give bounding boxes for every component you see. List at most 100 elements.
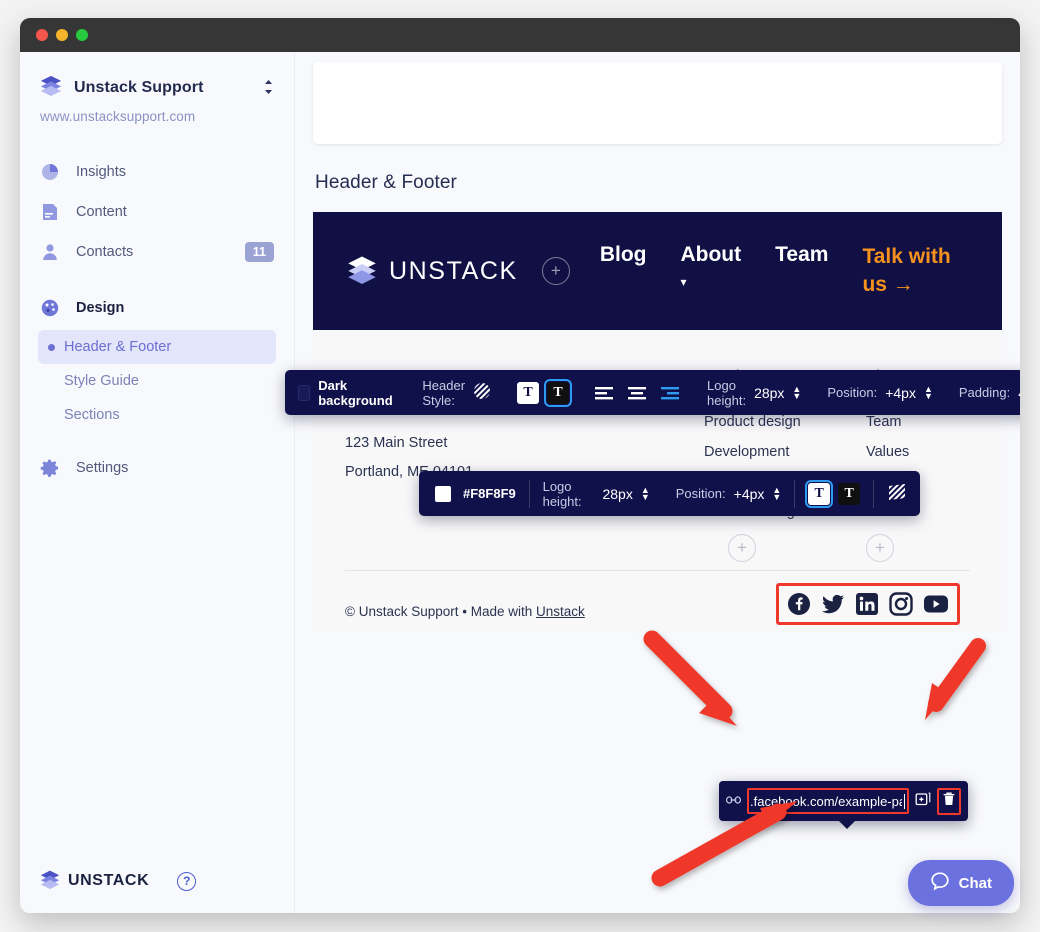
position-label: Position: — [827, 385, 877, 400]
plus-circle-icon[interactable]: + — [866, 534, 894, 562]
address-line-1: 123 Main Street — [345, 429, 586, 458]
header-nav-link[interactable]: Blog — [600, 243, 647, 267]
contacts-count-badge: 11 — [245, 242, 274, 262]
align-center-icon[interactable] — [628, 386, 648, 400]
delete-link-button[interactable] — [937, 788, 961, 815]
text-T-light-icon[interactable]: T — [808, 483, 830, 505]
header-style-control[interactable]: Header Style: — [409, 370, 504, 415]
logo-height-stepper[interactable]: ▲▼ — [641, 487, 650, 501]
window-titlebar — [20, 18, 1020, 52]
sidebar-item-label: Insights — [76, 164, 126, 180]
footer-position-control[interactable]: Position: +4px ▲▼ — [663, 471, 795, 516]
color-swatch[interactable] — [435, 486, 451, 502]
nav-spacer — [20, 272, 294, 288]
text-T-dark-icon[interactable]: T — [838, 483, 860, 505]
header-nav-link[interactable]: Team — [775, 243, 828, 267]
header-cta-link[interactable]: Talk with us → — [862, 243, 974, 300]
footer-style-control[interactable] — [874, 471, 920, 516]
logo-height-stepper[interactable]: ▲▼ — [792, 386, 801, 400]
footer-link[interactable]: Development — [704, 443, 808, 462]
position-control[interactable]: Position: +4px ▲▼ — [814, 370, 946, 415]
align-left-icon[interactable] — [595, 386, 615, 400]
sidebar-item-style-guide[interactable]: Style Guide — [38, 364, 276, 398]
facebook-icon[interactable] — [787, 592, 811, 616]
header-nav-item-about[interactable]: About ▾ — [680, 243, 741, 289]
footer-logo-height-control[interactable]: Logo height: 28px ▲▼ — [530, 471, 663, 516]
pie-chart-icon — [40, 162, 60, 182]
link-editor-popup[interactable] — [719, 781, 968, 821]
sub-item-label: Sections — [64, 407, 120, 423]
popup-pointer — [838, 820, 856, 829]
copyright-prefix: © Unstack Support • Made with — [345, 604, 536, 619]
link-url-field-highlight — [747, 788, 909, 814]
footer-link[interactable]: Team — [866, 413, 970, 432]
position-stepper[interactable]: ▲▼ — [924, 386, 933, 400]
zoom-window-button[interactable] — [76, 29, 88, 41]
logo-height-value: 28px — [602, 486, 632, 502]
footer-link[interactable]: Product design — [704, 413, 808, 432]
header-nav: Blog About ▾ Team Talk with us → — [600, 243, 975, 300]
plus-circle-icon[interactable]: + — [542, 257, 570, 285]
sidebar-item-insights[interactable]: Insights — [20, 152, 294, 192]
stripes-swatch-icon[interactable] — [887, 483, 907, 504]
document-icon — [40, 202, 60, 222]
gear-icon — [40, 458, 60, 478]
footer-bottom-row: © Unstack Support • Made with Unstack — [345, 604, 970, 619]
sidebar-item-settings[interactable]: Settings — [20, 448, 294, 488]
sidebar-item-label: Design — [76, 300, 124, 316]
window-body: Unstack Support www.unstacksupport.com — [20, 52, 1020, 913]
unstack-logo-icon — [40, 869, 60, 894]
dark-background-toggle[interactable]: Dark background — [285, 370, 409, 415]
checkbox-dark-background[interactable] — [298, 385, 310, 401]
question-mark-icon[interactable]: ? — [177, 872, 196, 891]
position-stepper[interactable]: ▲▼ — [772, 487, 781, 501]
sub-item-label: Style Guide — [64, 373, 139, 389]
header-logo[interactable]: UNSTACK — [347, 254, 518, 289]
padding-control[interactable]: Padding: 4 ▲▼ — [946, 370, 1020, 415]
link-url-input[interactable] — [749, 794, 904, 809]
sidebar-item-design[interactable]: Design — [20, 288, 294, 328]
text-T-dark-icon[interactable]: T — [547, 382, 569, 404]
align-right-icon[interactable] — [661, 386, 681, 400]
sidebar-item-sections[interactable]: Sections — [38, 398, 276, 432]
footer-link[interactable]: Values — [866, 443, 970, 462]
logo-height-label: Logo height: — [543, 479, 595, 509]
palette-icon — [40, 298, 60, 318]
color-hex-label: #F8F8F9 — [463, 486, 516, 501]
stripes-swatch-icon[interactable] — [473, 382, 491, 403]
position-label: Position: — [676, 486, 726, 501]
header-nav-item-team[interactable]: Team — [775, 243, 828, 267]
padding-label: Padding: — [959, 385, 1010, 400]
unstack-logo-icon — [347, 254, 377, 289]
minimize-window-button[interactable] — [56, 29, 68, 41]
header-settings-toolbar[interactable]: Dark background Header Style: T — [285, 370, 1020, 415]
sort-updown-icon[interactable] — [263, 79, 274, 97]
footer-settings-toolbar[interactable]: #F8F8F9 Logo height: 28px ▲▼ Position: +… — [419, 471, 920, 516]
footer-color-control[interactable]: #F8F8F9 — [419, 471, 529, 516]
header-preview[interactable]: UNSTACK + Blog About ▾ Team — [313, 212, 1002, 330]
dark-background-label: Dark background — [318, 378, 396, 408]
add-box-icon[interactable] — [915, 791, 931, 811]
sidebar-item-content[interactable]: Content — [20, 192, 294, 232]
padding-value: 4 — [1018, 385, 1020, 401]
close-window-button[interactable] — [36, 29, 48, 41]
sidebar-item-header-footer[interactable]: Header & Footer — [38, 330, 276, 364]
logo-height-control[interactable]: Logo height: 28px ▲▼ — [694, 370, 814, 415]
sidebar-item-label: Contacts — [76, 244, 133, 260]
instagram-icon[interactable] — [889, 592, 913, 616]
header-nav-link[interactable]: About — [680, 243, 741, 267]
sidebar-item-contacts[interactable]: Contacts 11 — [20, 232, 294, 272]
youtube-icon[interactable] — [923, 594, 949, 614]
linkedin-icon[interactable] — [855, 592, 879, 616]
sidebar-item-label: Content — [76, 204, 127, 220]
header-nav-item-blog[interactable]: Blog — [600, 243, 647, 267]
site-switcher[interactable]: Unstack Support www.unstacksupport.com — [20, 52, 294, 124]
chevron-down-icon: ▾ — [680, 275, 741, 289]
chat-label: Chat — [959, 875, 992, 892]
unstack-credit-link[interactable]: Unstack — [536, 604, 585, 619]
plus-circle-icon[interactable]: + — [728, 534, 756, 562]
twitter-icon[interactable] — [821, 594, 845, 614]
text-T-light-icon[interactable]: T — [517, 382, 539, 404]
chat-widget-button[interactable]: Chat — [908, 860, 1014, 906]
social-icons-row — [776, 583, 960, 625]
